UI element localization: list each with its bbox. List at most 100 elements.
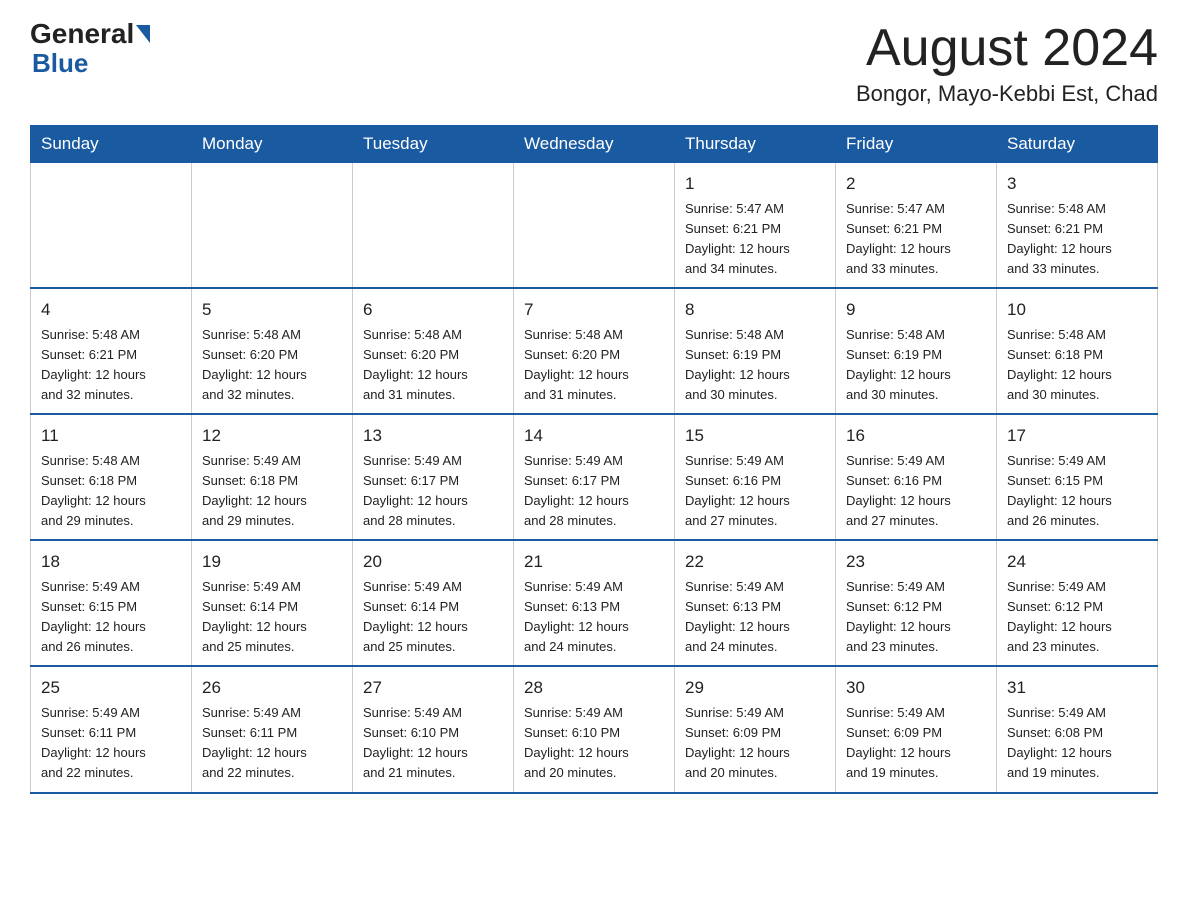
calendar-cell: 17Sunrise: 5:49 AM Sunset: 6:15 PM Dayli… bbox=[997, 414, 1158, 540]
day-info: Sunrise: 5:49 AM Sunset: 6:11 PM Dayligh… bbox=[202, 703, 342, 784]
calendar-cell: 22Sunrise: 5:49 AM Sunset: 6:13 PM Dayli… bbox=[675, 540, 836, 666]
day-number: 21 bbox=[524, 549, 664, 575]
day-number: 16 bbox=[846, 423, 986, 449]
day-info: Sunrise: 5:49 AM Sunset: 6:15 PM Dayligh… bbox=[1007, 451, 1147, 532]
day-number: 17 bbox=[1007, 423, 1147, 449]
day-number: 9 bbox=[846, 297, 986, 323]
day-number: 7 bbox=[524, 297, 664, 323]
logo-blue-text: Blue bbox=[32, 48, 88, 79]
day-number: 4 bbox=[41, 297, 181, 323]
calendar-cell: 28Sunrise: 5:49 AM Sunset: 6:10 PM Dayli… bbox=[514, 666, 675, 792]
day-info: Sunrise: 5:47 AM Sunset: 6:21 PM Dayligh… bbox=[846, 199, 986, 280]
day-info: Sunrise: 5:48 AM Sunset: 6:19 PM Dayligh… bbox=[846, 325, 986, 406]
calendar-cell: 30Sunrise: 5:49 AM Sunset: 6:09 PM Dayli… bbox=[836, 666, 997, 792]
day-number: 1 bbox=[685, 171, 825, 197]
day-number: 12 bbox=[202, 423, 342, 449]
day-header-tuesday: Tuesday bbox=[353, 126, 514, 163]
day-info: Sunrise: 5:48 AM Sunset: 6:20 PM Dayligh… bbox=[202, 325, 342, 406]
day-info: Sunrise: 5:49 AM Sunset: 6:17 PM Dayligh… bbox=[524, 451, 664, 532]
day-number: 22 bbox=[685, 549, 825, 575]
calendar-cell: 21Sunrise: 5:49 AM Sunset: 6:13 PM Dayli… bbox=[514, 540, 675, 666]
day-info: Sunrise: 5:48 AM Sunset: 6:18 PM Dayligh… bbox=[41, 451, 181, 532]
calendar-cell: 24Sunrise: 5:49 AM Sunset: 6:12 PM Dayli… bbox=[997, 540, 1158, 666]
calendar-cell: 3Sunrise: 5:48 AM Sunset: 6:21 PM Daylig… bbox=[997, 163, 1158, 289]
day-number: 5 bbox=[202, 297, 342, 323]
calendar-week-row: 4Sunrise: 5:48 AM Sunset: 6:21 PM Daylig… bbox=[31, 288, 1158, 414]
day-number: 24 bbox=[1007, 549, 1147, 575]
day-info: Sunrise: 5:49 AM Sunset: 6:08 PM Dayligh… bbox=[1007, 703, 1147, 784]
day-number: 11 bbox=[41, 423, 181, 449]
calendar-cell: 2Sunrise: 5:47 AM Sunset: 6:21 PM Daylig… bbox=[836, 163, 997, 289]
day-number: 25 bbox=[41, 675, 181, 701]
day-info: Sunrise: 5:48 AM Sunset: 6:20 PM Dayligh… bbox=[524, 325, 664, 406]
day-number: 31 bbox=[1007, 675, 1147, 701]
calendar-week-row: 25Sunrise: 5:49 AM Sunset: 6:11 PM Dayli… bbox=[31, 666, 1158, 792]
calendar-cell: 25Sunrise: 5:49 AM Sunset: 6:11 PM Dayli… bbox=[31, 666, 192, 792]
day-header-wednesday: Wednesday bbox=[514, 126, 675, 163]
day-info: Sunrise: 5:48 AM Sunset: 6:21 PM Dayligh… bbox=[1007, 199, 1147, 280]
day-number: 19 bbox=[202, 549, 342, 575]
day-info: Sunrise: 5:48 AM Sunset: 6:19 PM Dayligh… bbox=[685, 325, 825, 406]
day-header-sunday: Sunday bbox=[31, 126, 192, 163]
day-info: Sunrise: 5:49 AM Sunset: 6:09 PM Dayligh… bbox=[846, 703, 986, 784]
calendar-cell: 6Sunrise: 5:48 AM Sunset: 6:20 PM Daylig… bbox=[353, 288, 514, 414]
day-info: Sunrise: 5:49 AM Sunset: 6:17 PM Dayligh… bbox=[363, 451, 503, 532]
calendar-cell: 9Sunrise: 5:48 AM Sunset: 6:19 PM Daylig… bbox=[836, 288, 997, 414]
calendar-cell bbox=[192, 163, 353, 289]
day-info: Sunrise: 5:49 AM Sunset: 6:11 PM Dayligh… bbox=[41, 703, 181, 784]
calendar-cell: 11Sunrise: 5:48 AM Sunset: 6:18 PM Dayli… bbox=[31, 414, 192, 540]
calendar-cell: 13Sunrise: 5:49 AM Sunset: 6:17 PM Dayli… bbox=[353, 414, 514, 540]
day-number: 8 bbox=[685, 297, 825, 323]
day-header-monday: Monday bbox=[192, 126, 353, 163]
day-number: 27 bbox=[363, 675, 503, 701]
calendar-cell: 7Sunrise: 5:48 AM Sunset: 6:20 PM Daylig… bbox=[514, 288, 675, 414]
day-info: Sunrise: 5:48 AM Sunset: 6:18 PM Dayligh… bbox=[1007, 325, 1147, 406]
calendar-cell: 12Sunrise: 5:49 AM Sunset: 6:18 PM Dayli… bbox=[192, 414, 353, 540]
day-number: 15 bbox=[685, 423, 825, 449]
day-info: Sunrise: 5:48 AM Sunset: 6:20 PM Dayligh… bbox=[363, 325, 503, 406]
day-header-thursday: Thursday bbox=[675, 126, 836, 163]
day-number: 13 bbox=[363, 423, 503, 449]
day-info: Sunrise: 5:49 AM Sunset: 6:13 PM Dayligh… bbox=[685, 577, 825, 658]
calendar-cell: 23Sunrise: 5:49 AM Sunset: 6:12 PM Dayli… bbox=[836, 540, 997, 666]
calendar-table: SundayMondayTuesdayWednesdayThursdayFrid… bbox=[30, 125, 1158, 793]
day-info: Sunrise: 5:49 AM Sunset: 6:15 PM Dayligh… bbox=[41, 577, 181, 658]
calendar-cell: 31Sunrise: 5:49 AM Sunset: 6:08 PM Dayli… bbox=[997, 666, 1158, 792]
calendar-cell bbox=[31, 163, 192, 289]
day-info: Sunrise: 5:49 AM Sunset: 6:16 PM Dayligh… bbox=[685, 451, 825, 532]
day-number: 6 bbox=[363, 297, 503, 323]
calendar-cell: 14Sunrise: 5:49 AM Sunset: 6:17 PM Dayli… bbox=[514, 414, 675, 540]
day-info: Sunrise: 5:49 AM Sunset: 6:13 PM Dayligh… bbox=[524, 577, 664, 658]
day-number: 23 bbox=[846, 549, 986, 575]
day-info: Sunrise: 5:49 AM Sunset: 6:10 PM Dayligh… bbox=[363, 703, 503, 784]
day-number: 2 bbox=[846, 171, 986, 197]
logo: General Blue bbox=[30, 20, 152, 79]
calendar-header-row: SundayMondayTuesdayWednesdayThursdayFrid… bbox=[31, 126, 1158, 163]
day-number: 28 bbox=[524, 675, 664, 701]
calendar-cell: 10Sunrise: 5:48 AM Sunset: 6:18 PM Dayli… bbox=[997, 288, 1158, 414]
calendar-cell bbox=[514, 163, 675, 289]
calendar-week-row: 11Sunrise: 5:48 AM Sunset: 6:18 PM Dayli… bbox=[31, 414, 1158, 540]
calendar-cell bbox=[353, 163, 514, 289]
subtitle: Bongor, Mayo-Kebbi Est, Chad bbox=[856, 81, 1158, 107]
day-number: 10 bbox=[1007, 297, 1147, 323]
day-info: Sunrise: 5:48 AM Sunset: 6:21 PM Dayligh… bbox=[41, 325, 181, 406]
day-info: Sunrise: 5:49 AM Sunset: 6:14 PM Dayligh… bbox=[363, 577, 503, 658]
day-number: 3 bbox=[1007, 171, 1147, 197]
day-number: 30 bbox=[846, 675, 986, 701]
logo-general-text: General bbox=[30, 20, 134, 48]
day-info: Sunrise: 5:49 AM Sunset: 6:12 PM Dayligh… bbox=[1007, 577, 1147, 658]
calendar-cell: 1Sunrise: 5:47 AM Sunset: 6:21 PM Daylig… bbox=[675, 163, 836, 289]
calendar-cell: 4Sunrise: 5:48 AM Sunset: 6:21 PM Daylig… bbox=[31, 288, 192, 414]
calendar-cell: 27Sunrise: 5:49 AM Sunset: 6:10 PM Dayli… bbox=[353, 666, 514, 792]
calendar-week-row: 1 Sunrise: 5:47 AM Sunset: 6:21 PM Daylig… bbox=[31, 163, 1158, 289]
calendar-cell: 29Sunrise: 5:49 AM Sunset: 6:09 PM Dayli… bbox=[675, 666, 836, 792]
calendar-week-row: 18Sunrise: 5:49 AM Sunset: 6:15 PM Dayli… bbox=[31, 540, 1158, 666]
day-header-friday: Friday bbox=[836, 126, 997, 163]
calendar-cell: 26Sunrise: 5:49 AM Sunset: 6:11 PM Dayli… bbox=[192, 666, 353, 792]
day-header-saturday: Saturday bbox=[997, 126, 1158, 163]
title-block: August 2024 Bongor, Mayo-Kebbi Est, Chad bbox=[856, 20, 1158, 107]
day-info: Sunrise: 5:49 AM Sunset: 6:14 PM Dayligh… bbox=[202, 577, 342, 658]
day-info: Sunrise: 5:49 AM Sunset: 6:18 PM Dayligh… bbox=[202, 451, 342, 532]
calendar-cell: 18Sunrise: 5:49 AM Sunset: 6:15 PM Dayli… bbox=[31, 540, 192, 666]
